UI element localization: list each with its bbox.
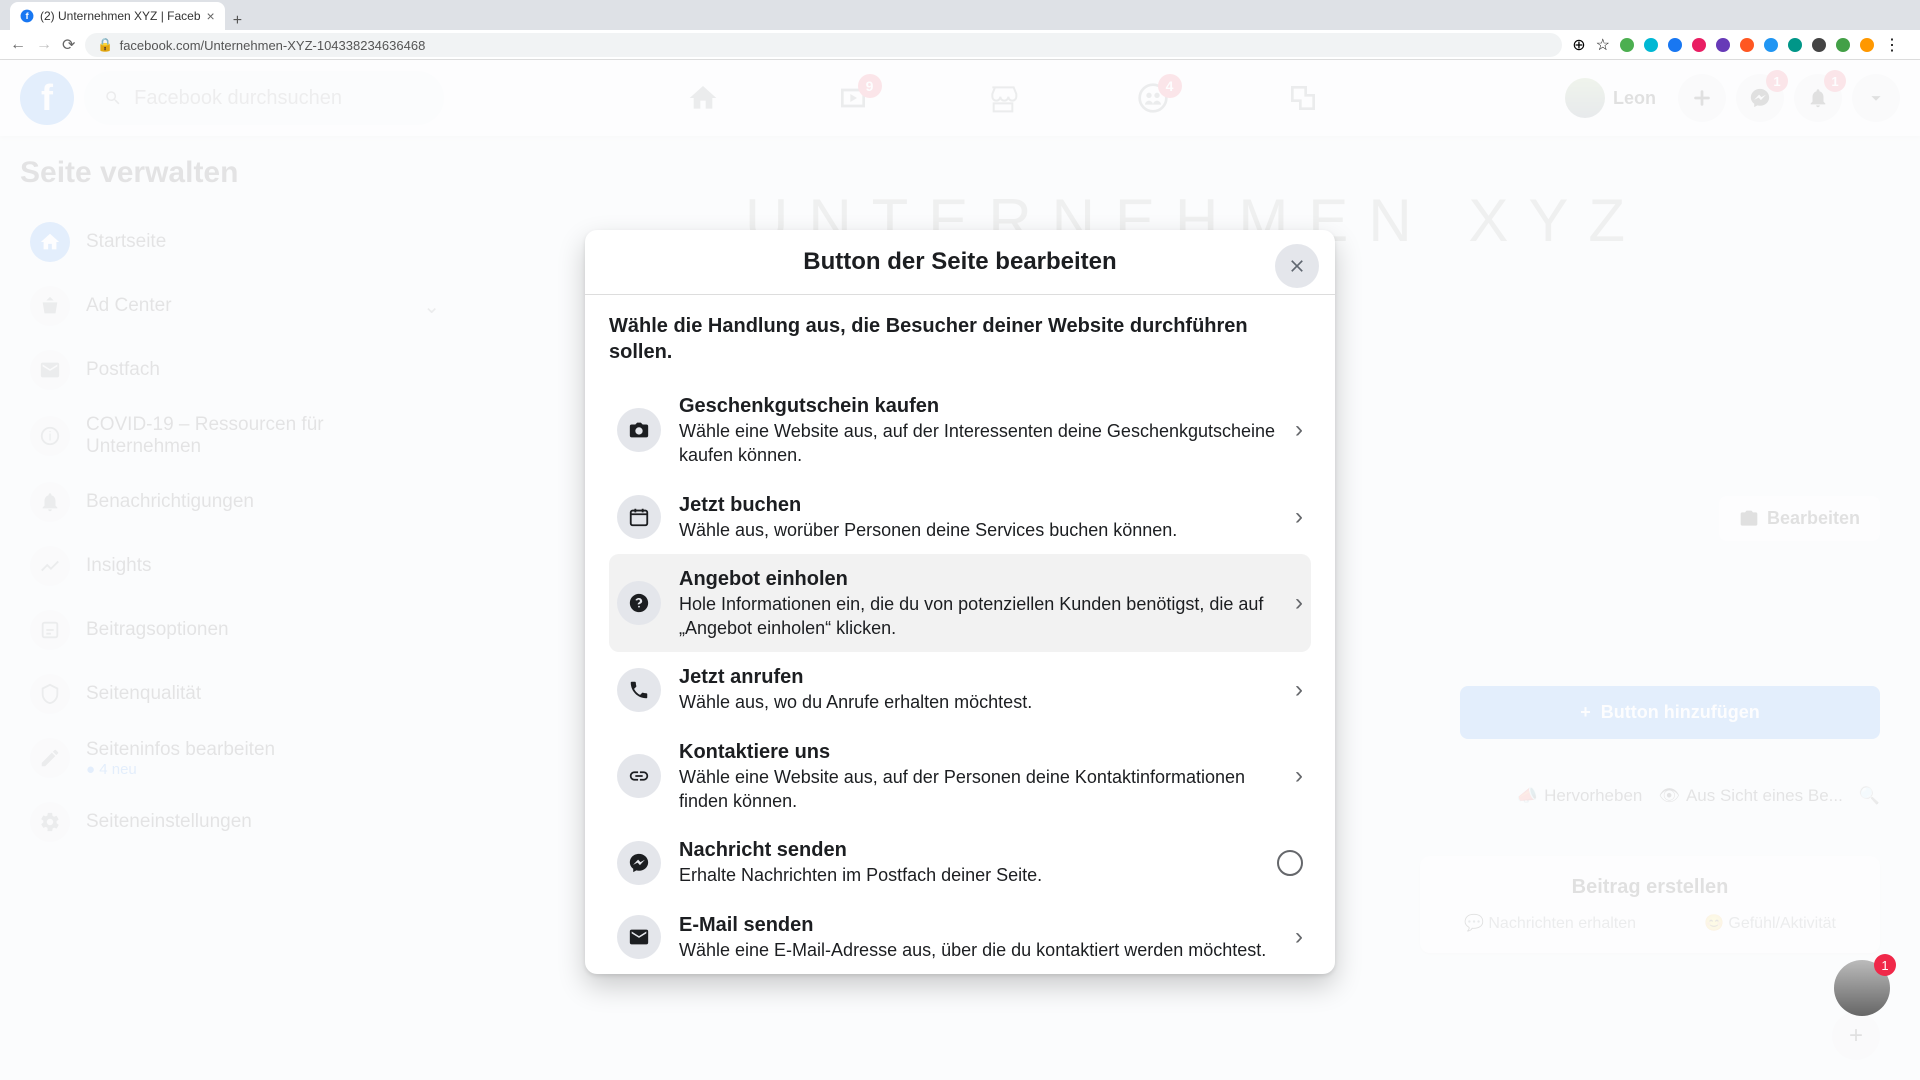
extension-icon[interactable] [1764, 38, 1778, 52]
lock-icon: 🔒 [97, 37, 113, 53]
option-icon [617, 915, 661, 959]
new-tab-button[interactable]: + [225, 12, 250, 30]
modal-option[interactable]: Jetzt anrufen Wähle aus, wo du Anrufe er… [609, 652, 1311, 726]
forward-button[interactable]: → [36, 36, 52, 54]
tab-close-icon[interactable]: × [207, 8, 215, 24]
option-title: E-Mail senden [679, 912, 1277, 938]
option-desc: Wähle aus, wo du Anrufe erhalten möchtes… [679, 690, 1277, 714]
chevron-right-icon: › [1295, 923, 1303, 951]
address-bar: ← → ⟳ 🔒 facebook.com/Unternehmen-XYZ-104… [0, 30, 1920, 60]
option-desc: Hole Informationen ein, die du von poten… [679, 592, 1277, 641]
chevron-right-icon: › [1295, 589, 1303, 617]
option-icon [617, 581, 661, 625]
extension-icon[interactable] [1812, 38, 1826, 52]
modal-body: Wähle die Handlung aus, die Besucher dei… [585, 295, 1335, 974]
option-desc: Wähle eine Website aus, auf der Interess… [679, 419, 1277, 468]
modal-option[interactable]: Kontaktiere uns Wähle eine Website aus, … [609, 727, 1311, 826]
url-input[interactable]: 🔒 facebook.com/Unternehmen-XYZ-104338234… [85, 33, 1562, 57]
close-button[interactable] [1275, 244, 1319, 288]
back-button[interactable]: ← [10, 36, 26, 54]
extension-icon[interactable]: ☆ [1596, 35, 1610, 55]
modal-option[interactable]: Nachricht senden Erhalte Nachrichten im … [609, 825, 1311, 899]
url-text: facebook.com/Unternehmen-XYZ-10433823463… [120, 38, 426, 53]
option-title: Kontaktiere uns [679, 739, 1277, 765]
close-icon [1287, 256, 1307, 276]
extension-icon[interactable] [1716, 38, 1730, 52]
browser-chrome: f (2) Unternehmen XYZ | Faceb × + ← → ⟳ … [0, 0, 1920, 60]
option-icon [617, 668, 661, 712]
chat-head-badge: 1 [1874, 954, 1896, 976]
modal-option[interactable]: Geschenkgutschein kaufen Wähle eine Webs… [609, 381, 1311, 480]
option-icon [617, 841, 661, 885]
extension-icon[interactable] [1668, 38, 1682, 52]
extension-icon[interactable] [1620, 38, 1634, 52]
reload-button[interactable]: ⟳ [62, 35, 75, 55]
option-desc: Erhalte Nachrichten im Postfach deiner S… [679, 863, 1259, 887]
option-title: Jetzt buchen [679, 492, 1277, 518]
modal-title: Button der Seite bearbeiten [803, 248, 1116, 276]
edit-page-button-modal: Button der Seite bearbeiten Wähle die Ha… [585, 230, 1335, 974]
modal-header: Button der Seite bearbeiten [585, 230, 1335, 295]
extension-icon[interactable] [1644, 38, 1658, 52]
option-icon [617, 408, 661, 452]
option-desc: Wähle eine Website aus, auf der Personen… [679, 765, 1277, 814]
chevron-right-icon: › [1295, 503, 1303, 531]
option-title: Angebot einholen [679, 566, 1277, 592]
chevron-right-icon: › [1295, 416, 1303, 444]
option-icon [617, 495, 661, 539]
option-desc: Wähle aus, worüber Personen deine Servic… [679, 518, 1277, 542]
extension-icon[interactable] [1860, 38, 1874, 52]
tab-bar: f (2) Unternehmen XYZ | Faceb × + [0, 0, 1920, 30]
modal-option[interactable]: E-Mail senden Wähle eine E-Mail-Adresse … [609, 900, 1311, 974]
option-desc: Wähle eine E-Mail-Adresse aus, über die … [679, 938, 1277, 962]
radio-icon [1277, 850, 1303, 876]
chevron-right-icon: › [1295, 676, 1303, 704]
modal-option[interactable]: Angebot einholen Hole Informationen ein,… [609, 554, 1311, 653]
modal-subtitle: Wähle die Handlung aus, die Besucher dei… [609, 313, 1311, 365]
extension-icon[interactable] [1836, 38, 1850, 52]
modal-option[interactable]: Jetzt buchen Wähle aus, worüber Personen… [609, 480, 1311, 554]
chevron-right-icon: › [1295, 762, 1303, 790]
extension-icon[interactable] [1740, 38, 1754, 52]
tab-title: (2) Unternehmen XYZ | Faceb [40, 9, 201, 23]
browser-tab[interactable]: f (2) Unternehmen XYZ | Faceb × [10, 2, 225, 30]
extension-icon[interactable] [1788, 38, 1802, 52]
menu-icon[interactable]: ⋮ [1884, 35, 1900, 55]
extension-icon[interactable] [1692, 38, 1706, 52]
option-icon [617, 754, 661, 798]
option-title: Nachricht senden [679, 837, 1259, 863]
extension-icon[interactable]: ⊕ [1572, 35, 1585, 55]
option-title: Jetzt anrufen [679, 664, 1277, 690]
extension-icons: ⊕ ☆ ⋮ [1572, 35, 1910, 55]
option-title: Geschenkgutschein kaufen [679, 393, 1277, 419]
